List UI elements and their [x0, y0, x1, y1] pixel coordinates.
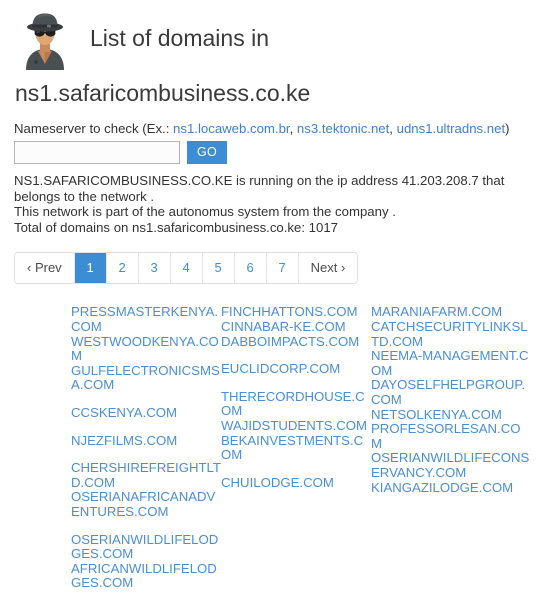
domain-link[interactable]: WESTWOODKENYA.COM: [71, 334, 221, 364]
pagination-next[interactable]: Next ›: [298, 253, 358, 284]
nameserver-label-suffix: ): [505, 121, 510, 137]
example-nameserver-link-2[interactable]: ns3.tektonic.net: [297, 121, 389, 136]
example-nameserver-link-3[interactable]: udns1.ultradns.net: [397, 121, 506, 136]
domain-link[interactable]: GULFELECTRONICSMSA.COM: [71, 363, 221, 393]
pagination-page-5[interactable]: 5: [202, 253, 235, 284]
nameserver-form: GO: [14, 141, 528, 165]
domain-column-2: FINCHHATTONS.COM CINNABAR-KE.COM DABBOIM…: [221, 305, 371, 604]
domain-column-3: MARANIAFARM.COM CATCHSECURITYLINKSLTD.CO…: [371, 305, 531, 604]
nameserver-label-prefix: Nameserver to check (Ex.:: [14, 121, 174, 137]
domain-link[interactable]: CCSKENYA.COM: [71, 405, 221, 421]
spy-detective-avatar-icon: [14, 8, 76, 70]
domain-link[interactable]: EUCLIDCORP.COM: [221, 362, 371, 377]
page-header: List of domains in: [14, 0, 528, 72]
domain-link[interactable]: NETSOLKENYA.COM: [371, 407, 531, 423]
domain-link[interactable]: OSERIANWILDLIFELODGES.COM: [71, 532, 221, 562]
pagination-wrapper: ‹ Prev 1 2 3 4 5 6 7 Next ›: [14, 252, 528, 285]
domain-group: EUCLIDCORP.COM: [221, 362, 371, 377]
domain-link[interactable]: MARANIAFARM.COM: [371, 305, 531, 320]
page-title-line2: ns1.safaricombusiness.co.ke: [15, 80, 311, 106]
domain-link[interactable]: BEKAINVESTMENTS.COM: [221, 433, 371, 463]
domain-link[interactable]: CINNABAR-KE.COM: [221, 319, 371, 335]
pagination-page-6[interactable]: 6: [234, 253, 267, 284]
pagination-prev[interactable]: ‹ Prev: [15, 253, 75, 284]
domain-link[interactable]: KIANGAZILODGE.COM: [371, 480, 531, 496]
domain-link[interactable]: CATCHSECURITYLINKSLTD.COM: [371, 319, 531, 349]
example-separator-1: ,: [289, 121, 297, 137]
domain-link[interactable]: FINCHHATTONS.COM: [221, 305, 371, 320]
domain-link[interactable]: NEEMA-MANAGEMENT.COM: [371, 348, 531, 378]
domain-link[interactable]: OSERIANWILDLIFECONSERVANCY.COM: [371, 451, 531, 480]
pagination: ‹ Prev 1 2 3 4 5 6 7 Next ›: [14, 252, 359, 285]
domain-link[interactable]: DAYOSELFHELPGROUP.COM: [371, 378, 531, 407]
domain-link[interactable]: THERECORDHOUSE.COM: [221, 389, 371, 419]
domain-group: PRESSMASTERKENYA.COM WESTWOODKENYA.COM G…: [71, 305, 221, 393]
domain-column-1: PRESSMASTERKENYA.COM WESTWOODKENYA.COM G…: [71, 305, 221, 604]
domain-group: OSERIANWILDLIFELODGES.COM AFRICANWILDLIF…: [71, 532, 221, 591]
domain-link[interactable]: NJEZFILMS.COM: [71, 433, 221, 449]
domain-link[interactable]: WAJIDSTUDENTS.COM: [221, 418, 371, 434]
domain-group: MARANIAFARM.COM CATCHSECURITYLINKSLTD.CO…: [371, 305, 531, 495]
page-root: List of domains in ns1.safaricombusiness…: [0, 0, 542, 599]
domain-link[interactable]: AFRICANWILDLIFELODGES.COM: [71, 561, 221, 591]
example-nameserver-link-1[interactable]: ns1.locaweb.com.br: [173, 121, 290, 136]
nameserver-label: Nameserver to check (Ex.: ns1.locaweb.co…: [14, 120, 528, 137]
pagination-page-4[interactable]: 4: [170, 253, 203, 284]
pagination-page-7[interactable]: 7: [266, 253, 299, 284]
domain-link[interactable]: CHUILODGE.COM: [221, 475, 371, 491]
info-line-total: Total of domains on ns1.safaricombusines…: [14, 219, 339, 235]
domain-link[interactable]: PROFESSORLESAN.COM: [371, 421, 531, 451]
pagination-page-2[interactable]: 2: [106, 253, 139, 284]
domain-link[interactable]: DABBOIMPACTS.COM: [221, 334, 371, 350]
page-title-line1: List of domains in: [90, 25, 269, 52]
info-line-asn: This network is part of the autonomus sy…: [14, 204, 396, 220]
info-line-ip: NS1.SAFARICOMBUSINESS.CO.KE is running o…: [14, 173, 505, 204]
domain-group: NJEZFILMS.COM: [71, 433, 221, 449]
example-separator-2: ,: [389, 121, 397, 137]
nameserver-input[interactable]: [14, 141, 180, 165]
domain-link[interactable]: OSERIANAFRICANADVENTURES.COM: [71, 490, 221, 519]
pagination-page-1[interactable]: 1: [74, 253, 107, 284]
pagination-page-3[interactable]: 3: [138, 253, 171, 284]
domain-group: CHERSHIREFREIGHTLTD.COM OSERIANAFRICANAD…: [71, 460, 221, 519]
domain-group: CCSKENYA.COM: [71, 405, 221, 421]
domain-group: FINCHHATTONS.COM CINNABAR-KE.COM DABBOIM…: [221, 305, 371, 349]
nameserver-info: NS1.SAFARICOMBUSINESS.CO.KE is running o…: [14, 173, 519, 235]
domain-link[interactable]: PRESSMASTERKENYA.COM: [71, 305, 221, 334]
go-submit-button[interactable]: GO: [187, 141, 227, 165]
domain-group: CHUILODGE.COM: [221, 475, 371, 491]
domain-group: THERECORDHOUSE.COM WAJIDSTUDENTS.COM BEK…: [221, 389, 371, 463]
domain-link[interactable]: CHERSHIREFREIGHTLTD.COM: [71, 460, 221, 490]
domain-list: PRESSMASTERKENYA.COM WESTWOODKENYA.COM G…: [14, 305, 531, 604]
